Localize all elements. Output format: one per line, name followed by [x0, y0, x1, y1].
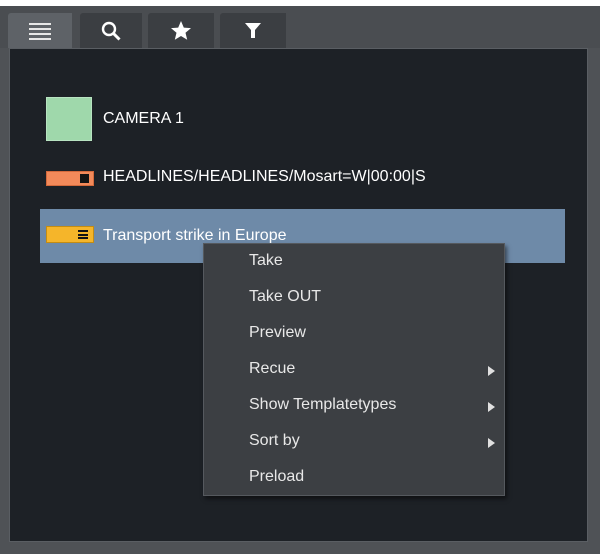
tab-favorites[interactable] [148, 13, 214, 48]
menu-item-recue[interactable]: Recue [204, 352, 504, 388]
list-icon [29, 22, 51, 40]
menu-item-label: Show Templatetypes [249, 396, 397, 413]
menu-item-label: Preload [249, 468, 305, 485]
tab-list[interactable] [8, 13, 72, 48]
list-item[interactable]: HEADLINES/HEADLINES/Mosart=W|00:00|S [10, 165, 587, 191]
submenu-arrow-icon [488, 366, 495, 376]
tab-filter[interactable] [220, 13, 286, 48]
submenu-arrow-icon [488, 402, 495, 412]
menu-item-label: Take OUT [249, 288, 322, 305]
menu-item-preload[interactable]: Preload [204, 460, 504, 496]
graphics-template-icon [46, 171, 94, 186]
filter-icon [245, 23, 261, 38]
context-menu: Take Take OUT Preview Recue Show Templat… [203, 243, 505, 496]
menu-item-sort-by[interactable]: Sort by [204, 424, 504, 460]
story-icon [46, 226, 94, 243]
item-label: CAMERA 1 [103, 110, 184, 127]
menu-item-label: Sort by [249, 432, 300, 449]
item-label: HEADLINES/HEADLINES/Mosart=W|00:00|S [103, 168, 426, 185]
camera-swatch-icon [46, 97, 92, 141]
list-item[interactable]: CAMERA 1 [10, 97, 587, 143]
menu-item-show-templatetypes[interactable]: Show Templatetypes [204, 388, 504, 424]
menu-item-label: Take [249, 252, 283, 269]
tab-search[interactable] [80, 13, 142, 48]
menu-item-label: Preview [249, 324, 306, 341]
tab-bar [0, 6, 600, 48]
menu-item-take-out[interactable]: Take OUT [204, 280, 504, 316]
search-icon [101, 21, 121, 41]
star-icon [171, 21, 191, 40]
submenu-arrow-icon [488, 438, 495, 448]
menu-item-take[interactable]: Take [204, 244, 504, 280]
menu-item-preview[interactable]: Preview [204, 316, 504, 352]
menu-item-label: Recue [249, 360, 296, 377]
